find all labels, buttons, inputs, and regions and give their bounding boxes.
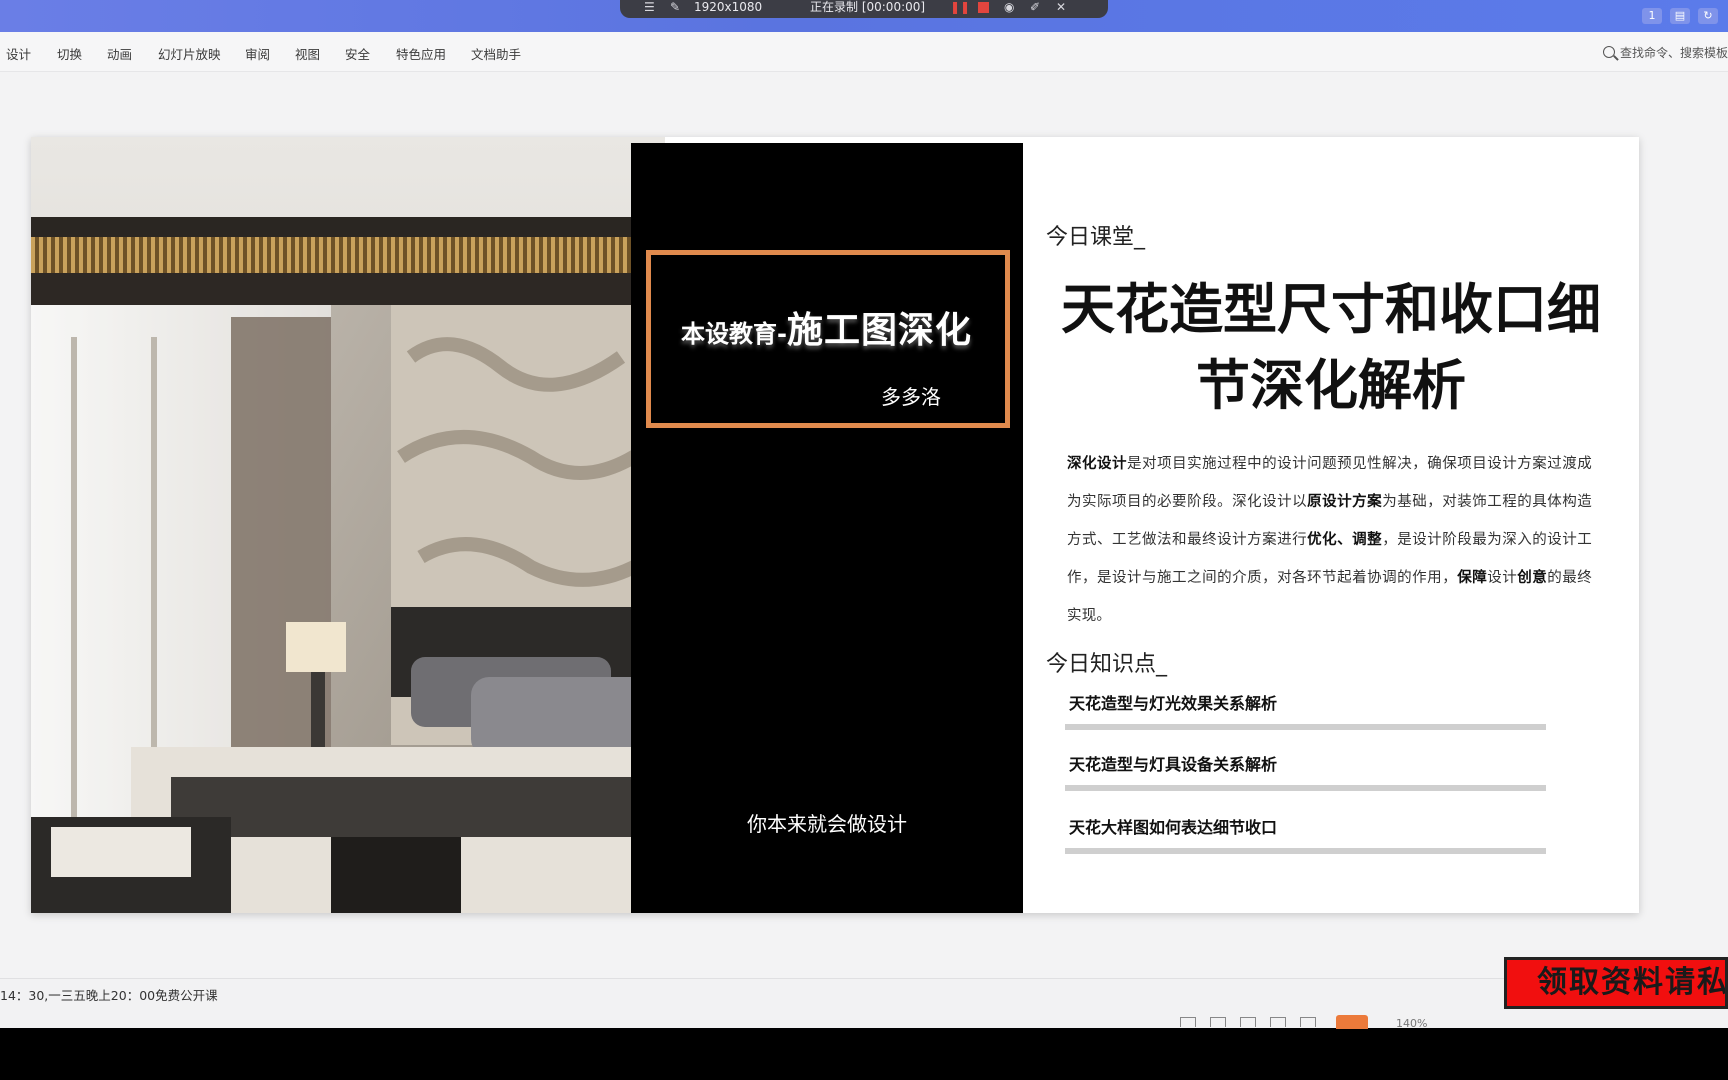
- menu-animation[interactable]: 动画: [107, 44, 132, 63]
- knowledge-point: 天花造型与灯光效果关系解析: [1065, 690, 1546, 730]
- pause-icon[interactable]: ❚❚: [950, 0, 970, 14]
- recording-toolbar: ☰ ✎ 1920x1080 正在录制 [00:00:00] ❚❚ ◉ ✐ ✕: [620, 0, 1108, 18]
- menu-view[interactable]: 视图: [295, 44, 320, 63]
- play-slideshow-button[interactable]: [1336, 1015, 1368, 1029]
- ribbon-menu: 设计 切换 动画 幻灯片放映 审阅 视图 安全 特色应用 文档助手 查找命令、搜…: [0, 32, 1728, 72]
- resolution-label: 1920x1080: [694, 0, 763, 14]
- knowledge-point-underline: [1065, 848, 1546, 854]
- command-search[interactable]: 查找命令、搜索模板: [1602, 42, 1728, 62]
- menu-doc-assistant[interactable]: 文档助手: [471, 44, 521, 63]
- zoom-level[interactable]: 140%: [1396, 1017, 1427, 1030]
- status-bar: 14：30,一三五晚上20：00免费公开课 140%: [0, 978, 1728, 1030]
- title-panel: 本设教育-施工图深化 多多洛 你本来就会做设计: [631, 143, 1023, 913]
- view-mode-icons: [1180, 1017, 1316, 1027]
- desc-bold-4: 保障: [1457, 570, 1488, 586]
- top-right-icons: 1 ▤ ↻: [1642, 8, 1718, 24]
- doc-icon[interactable]: ▤: [1670, 8, 1690, 24]
- reading-view-icon[interactable]: [1270, 1017, 1286, 1027]
- knowledge-point: 天花大样图如何表达细节收口: [1065, 814, 1546, 854]
- share-icon[interactable]: ↻: [1698, 8, 1718, 24]
- pen-icon[interactable]: ✐: [1030, 0, 1040, 14]
- recording-status: 正在录制 [00:00:00]: [810, 0, 926, 14]
- slogan: 你本来就会做设计: [747, 812, 907, 836]
- close-icon[interactable]: ✕: [1056, 0, 1066, 14]
- desc-bold-2: 原设计方案: [1307, 494, 1383, 510]
- description-text: 深化设计是对项目实施过程中的设计问题预见性解决，确保项目设计方案过渡成为实际项目…: [1067, 445, 1592, 635]
- desc-bold-3: 优化、调整: [1307, 532, 1383, 548]
- menu-review[interactable]: 审阅: [245, 44, 270, 63]
- notes-icon[interactable]: [1180, 1017, 1196, 1027]
- slide-title-line1: 天花造型尺寸和收口细: [1061, 278, 1601, 341]
- brand-prefix: 本设教育-: [681, 320, 787, 348]
- brand-main: 施工图深化: [786, 310, 972, 351]
- status-note: 14：30,一三五晚上20：00免费公开课: [0, 988, 218, 1003]
- desc-bold-5: 创意: [1517, 570, 1548, 586]
- today-class-label: 今日课堂_: [1046, 225, 1146, 250]
- page-badge[interactable]: 1: [1642, 8, 1662, 24]
- bedroom-illustration: [31, 137, 665, 913]
- knowledge-point-underline: [1065, 724, 1546, 730]
- menu-features[interactable]: 特色应用: [396, 44, 446, 63]
- protect-eye-icon[interactable]: [1300, 1017, 1316, 1027]
- brand-title: 本设教育-施工图深化: [681, 301, 972, 353]
- normal-view-icon[interactable]: [1210, 1017, 1226, 1027]
- slide-title-line2: 节深化解析: [1196, 354, 1466, 417]
- slide-title: 天花造型尺寸和收口细 节深化解析: [1061, 272, 1601, 424]
- menu-transition[interactable]: 切换: [57, 44, 82, 63]
- slide-canvas[interactable]: 本设教育-施工图深化 多多洛 你本来就会做设计 今日课堂_ 天花造型尺寸和收口细…: [31, 137, 1639, 913]
- menu-icon[interactable]: ☰: [644, 0, 655, 14]
- menu-slideshow[interactable]: 幻灯片放映: [158, 44, 221, 63]
- menu-security[interactable]: 安全: [345, 44, 370, 63]
- knowledge-point-text: 天花造型与灯光效果关系解析: [1069, 694, 1278, 713]
- knowledge-point-text: 天花大样图如何表达细节收口: [1069, 818, 1278, 837]
- bedroom-photo: [31, 137, 665, 913]
- promo-banner: 领取资料请私: [1504, 957, 1728, 1009]
- presentation-app: ☰ ✎ 1920x1080 正在录制 [00:00:00] ❚❚ ◉ ✐ ✕ 1…: [0, 0, 1728, 1030]
- menu-design[interactable]: 设计: [6, 44, 31, 63]
- camera-icon[interactable]: ◉: [1004, 0, 1014, 14]
- author-name: 多多洛: [881, 385, 941, 409]
- sorter-view-icon[interactable]: [1240, 1017, 1256, 1027]
- knowledge-point-text: 天花造型与灯具设备关系解析: [1069, 755, 1278, 774]
- stop-icon[interactable]: [978, 2, 989, 13]
- knowledge-points-label: 今日知识点_: [1046, 652, 1168, 677]
- title-bar: ☰ ✎ 1920x1080 正在录制 [00:00:00] ❚❚ ◉ ✐ ✕ 1…: [0, 0, 1728, 32]
- desc-bold-1: 深化设计: [1067, 456, 1128, 472]
- search-placeholder: 查找命令、搜索模板: [1619, 45, 1728, 60]
- pin-icon[interactable]: ✎: [670, 0, 680, 14]
- knowledge-point-underline: [1065, 785, 1546, 791]
- search-icon: [1602, 46, 1615, 58]
- knowledge-point: 天花造型与灯具设备关系解析: [1065, 751, 1546, 791]
- brand-frame: 本设教育-施工图深化 多多洛: [646, 250, 1010, 428]
- desc-text-4: 设计: [1487, 570, 1518, 586]
